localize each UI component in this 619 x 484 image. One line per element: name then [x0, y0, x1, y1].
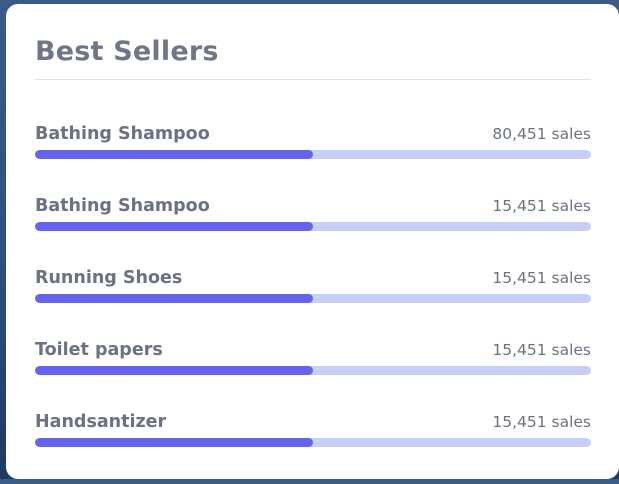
list-item: Bathing Shampoo 80,451 sales	[35, 124, 591, 196]
sales-progress-fill	[35, 222, 313, 231]
list-item: Toilet papers 15,451 sales	[35, 340, 591, 412]
best-sellers-card: Best Sellers Bathing Shampoo 80,451 sale…	[6, 4, 619, 479]
sales-progress-bar	[35, 150, 591, 159]
sales-count: 80,451 sales	[492, 125, 591, 143]
sales-count: 15,451 sales	[492, 269, 591, 287]
sales-count: 15,451 sales	[492, 341, 591, 359]
sales-count: 15,451 sales	[492, 197, 591, 215]
best-sellers-list: Bathing Shampoo 80,451 sales Bathing Sha…	[35, 124, 591, 484]
list-item: Running Shoes 15,451 sales	[35, 268, 591, 340]
product-name: Toilet papers	[35, 340, 163, 360]
product-name: Handsantizer	[35, 412, 167, 432]
product-name: Bathing Shampoo	[35, 196, 210, 216]
sales-progress-fill	[35, 150, 313, 159]
sales-progress-bar	[35, 294, 591, 303]
list-item: Handsantizer 15,451 sales	[35, 412, 591, 484]
sales-progress-fill	[35, 366, 313, 375]
sales-progress-fill	[35, 294, 313, 303]
sales-count: 15,451 sales	[492, 413, 591, 431]
sales-progress-bar	[35, 438, 591, 447]
product-name: Running Shoes	[35, 268, 183, 288]
sales-progress-fill	[35, 438, 313, 447]
product-name: Bathing Shampoo	[35, 124, 210, 144]
list-item: Bathing Shampoo 15,451 sales	[35, 196, 591, 268]
sales-progress-bar	[35, 222, 591, 231]
card-title: Best Sellers	[35, 36, 219, 67]
sales-progress-bar	[35, 366, 591, 375]
title-divider	[35, 79, 591, 80]
